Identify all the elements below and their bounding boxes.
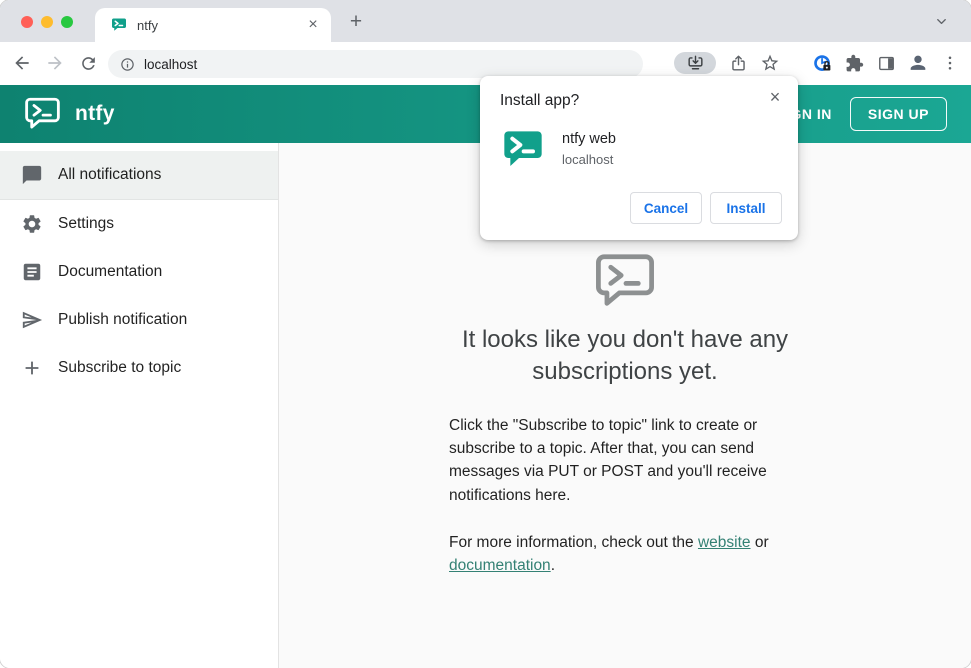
- ntfy-terminal-logo-icon: [594, 253, 656, 310]
- browser-menu-button[interactable]: [936, 49, 964, 77]
- dialog-close-icon[interactable]: ×: [765, 87, 785, 107]
- address-bar[interactable]: localhost: [108, 50, 643, 78]
- new-tab-button[interactable]: +: [344, 10, 368, 34]
- dialog-app-icon: [501, 130, 545, 170]
- website-link[interactable]: website: [698, 534, 751, 551]
- profile-avatar-button[interactable]: [904, 49, 932, 77]
- sidebar-item-label: Publish notification: [58, 311, 188, 328]
- sidebar-item-all-notifications[interactable]: All notifications: [0, 151, 278, 200]
- tab-search-chevron-icon[interactable]: [934, 14, 949, 29]
- paragraph-text: or: [750, 533, 769, 551]
- send-icon: [21, 309, 43, 331]
- dialog-app-origin: localhost: [562, 152, 614, 167]
- ntfy-logo-icon: [24, 97, 61, 131]
- window-maximize-button[interactable]: [61, 16, 73, 28]
- article-icon: [21, 261, 43, 283]
- dialog-app-name: ntfy web: [562, 131, 616, 147]
- window-close-button[interactable]: [21, 16, 33, 28]
- site-info-icon[interactable]: [120, 57, 135, 72]
- chat-bubble-icon: [21, 164, 43, 186]
- empty-state-text: Click the "Subscribe to topic" link to c…: [449, 414, 801, 578]
- paragraph-text: .: [550, 557, 555, 575]
- tab-favicon-icon: [111, 17, 127, 33]
- extensions-puzzle-button[interactable]: [840, 49, 868, 77]
- forward-button[interactable]: [41, 49, 69, 77]
- paragraph-text: For more information, check out the: [449, 533, 698, 551]
- sign-up-button[interactable]: SIGN UP: [849, 97, 947, 131]
- app-title: ntfy: [75, 102, 115, 125]
- browser-tab[interactable]: ntfy ×: [95, 8, 331, 42]
- reload-button[interactable]: [74, 49, 102, 77]
- url-text: localhost: [144, 56, 198, 72]
- tab-title: ntfy: [137, 17, 158, 33]
- install-button[interactable]: Install: [710, 192, 782, 224]
- empty-state-paragraph: Click the "Subscribe to topic" link to c…: [449, 416, 767, 504]
- gear-icon: [21, 213, 43, 235]
- empty-state-title: It looks like you don't have any subscri…: [461, 326, 789, 385]
- install-app-dialog: × Install app? ntfy web localhost Cancel…: [480, 76, 798, 240]
- tab-strip: ntfy × +: [0, 0, 971, 42]
- documentation-link[interactable]: documentation: [449, 557, 551, 574]
- plus-icon: [21, 357, 43, 379]
- side-panel-button[interactable]: [872, 49, 900, 77]
- window-minimize-button[interactable]: [41, 16, 53, 28]
- cancel-button[interactable]: Cancel: [630, 192, 702, 224]
- dialog-title: Install app?: [500, 92, 580, 109]
- install-app-button[interactable]: [674, 52, 716, 74]
- share-button[interactable]: [724, 49, 752, 77]
- sidebar: All notifications Settings Documentation: [0, 143, 279, 668]
- sidebar-item-label: Subscribe to topic: [58, 359, 182, 376]
- sidebar-item-settings[interactable]: Settings: [0, 200, 278, 248]
- sidebar-item-label: Documentation: [58, 263, 163, 280]
- sidebar-item-label: All notifications: [58, 166, 162, 183]
- browser-window: ntfy × + localhost ntfy SIGN IN SIGN UP …: [0, 0, 971, 668]
- privacy-lock-extension-icon[interactable]: [808, 49, 836, 77]
- window-controls: [21, 16, 73, 28]
- empty-state-paragraph: For more information, check out the webs…: [449, 531, 801, 578]
- sidebar-item-label: Settings: [58, 215, 115, 232]
- sidebar-item-publish-notification[interactable]: Publish notification: [0, 296, 278, 344]
- bookmark-star-button[interactable]: [756, 49, 784, 77]
- sidebar-item-subscribe-to-topic[interactable]: Subscribe to topic: [0, 344, 278, 392]
- back-button[interactable]: [8, 49, 36, 77]
- sidebar-item-documentation[interactable]: Documentation: [0, 248, 278, 296]
- tab-close-button[interactable]: ×: [304, 16, 322, 34]
